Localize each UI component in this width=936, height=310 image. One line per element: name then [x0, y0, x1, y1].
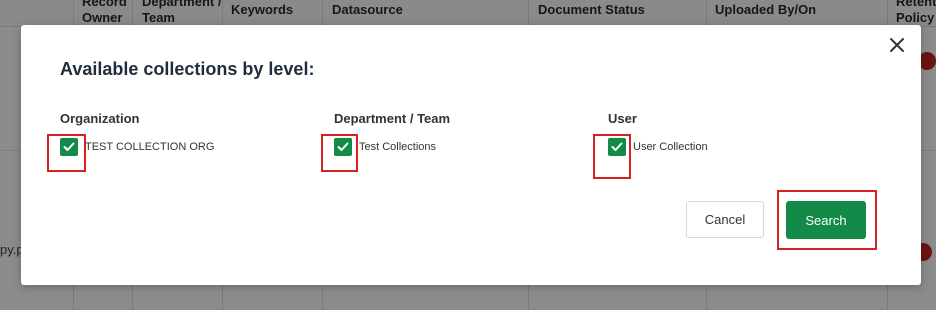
collection-label-department-team: Test Collections: [359, 141, 437, 153]
modal-title: Available collections by level:: [60, 59, 315, 79]
highlight-box-department-team: [321, 134, 358, 172]
collection-label-user: User Collection: [633, 141, 708, 153]
close-icon: [890, 38, 904, 52]
level-heading-organization: Organization: [60, 111, 140, 126]
collection-label-organization: TEST COLLECTION ORG: [85, 141, 215, 153]
level-heading-user: User: [608, 111, 637, 126]
highlight-box-search: [777, 190, 877, 250]
close-button[interactable]: [887, 35, 907, 55]
level-heading-department-team: Department / Team: [334, 111, 451, 126]
highlight-box-organization: [47, 134, 86, 172]
collections-modal: Available collections by level: Organiza…: [21, 25, 921, 285]
cancel-button[interactable]: Cancel: [686, 201, 764, 238]
highlight-box-user: [593, 134, 631, 179]
